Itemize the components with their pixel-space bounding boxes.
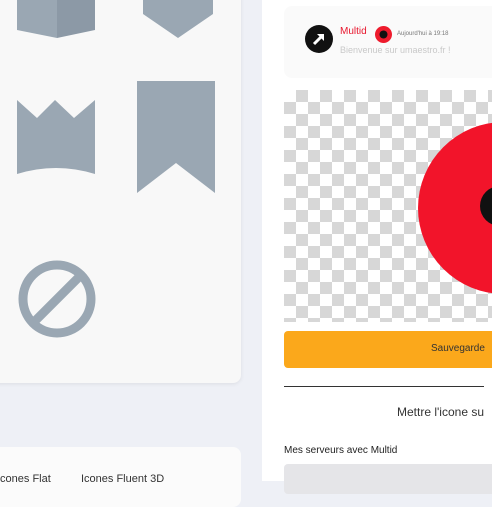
bookmark-icon[interactable] [137,81,217,194]
servers-heading: Mes serveurs avec Multid [284,445,398,456]
server-list-item[interactable] [284,464,492,494]
crown-icon[interactable] [17,100,97,176]
bot-avatar [305,25,333,53]
save-button-label: Sauvegarde [431,343,485,354]
shield-icon[interactable] [143,0,213,40]
bot-badge-icon [375,26,392,43]
save-button[interactable]: Sauvegarde [284,331,492,368]
tab-icones-flat[interactable]: Icones Flat [0,473,51,485]
icon-pack-tabs: Icones Flat Icones Fluent 3D [0,447,241,507]
forbidden-icon[interactable] [17,259,97,339]
icon-preview-canvas [284,90,492,322]
set-icon-label: Mettre l'icone su [397,405,484,419]
message-timestamp: Aujourd'hui à 19:18 [397,31,449,37]
tab-icones-fluent-3d[interactable]: Icones Fluent 3D [81,473,164,485]
divider [284,386,484,387]
cube-icon[interactable] [17,0,97,40]
bot-name: Multid [340,26,367,37]
message-text: Bienvenue sur umaestro.fr ! [340,45,451,55]
arrow-icon [312,33,325,46]
